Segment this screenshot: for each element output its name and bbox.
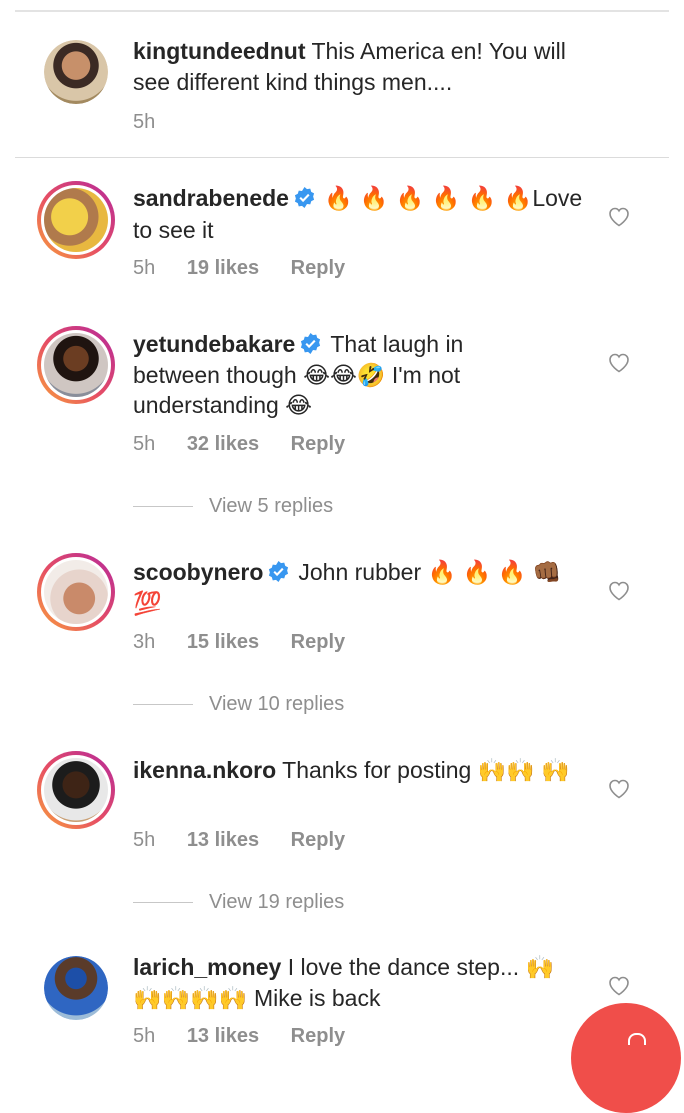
avatar-photo [44,188,108,252]
caption-meta: 5h [133,111,181,134]
like-heart-icon[interactable] [607,351,631,373]
avatar-photo [44,956,108,1020]
comment-time: 5h [133,257,156,279]
comment-text: scoobynero John rubber 🔥 🔥 🔥 👊🏾 💯 [133,557,583,618]
comment-avatar[interactable] [37,751,115,829]
floating-action-button[interactable] [571,1003,681,1113]
comment-text: larich_money I love the dance step... 🙌 … [133,952,583,1013]
avatar-photo [44,758,108,822]
comment-avatar[interactable] [37,181,115,259]
like-heart-icon[interactable] [607,579,631,601]
likes-count[interactable]: 32 likes [187,433,259,455]
reply-button[interactable]: Reply [291,631,345,653]
comment-text: ikenna.nkoro Thanks for posting 🙌🙌 🙌 [133,755,573,786]
likes-count[interactable]: 19 likes [187,257,259,279]
fire-emoji: 🔥 🔥 🔥 🔥 🔥 🔥 [323,186,533,212]
comment-meta: 3h 15 likes Reply [133,631,371,654]
view-replies-label: View 10 replies [209,693,345,715]
view-replies-button[interactable]: View 5 replies [133,495,333,518]
view-replies-button[interactable]: View 10 replies [133,693,344,716]
comment-username[interactable]: yetundebakare [133,331,295,357]
avatar-photo [44,333,108,397]
fab-icon [628,1033,646,1045]
comment-meta: 5h 13 likes Reply [133,1025,371,1048]
verified-badge-icon [301,332,321,355]
view-replies-button[interactable]: View 19 replies [133,891,344,914]
likes-count[interactable]: 13 likes [187,829,259,851]
top-divider [15,10,669,12]
verified-badge-icon [294,186,315,209]
reply-button[interactable]: Reply [291,829,345,851]
verified-badge-icon [269,560,289,583]
caption-text: kingtundeednut This America en! You will… [133,36,593,97]
reply-button[interactable]: Reply [291,257,345,279]
likes-count[interactable]: 15 likes [187,631,259,653]
divider-line [133,506,193,507]
comment-meta: 5h 32 likes Reply [133,433,371,456]
comment-username[interactable]: sandrabenede [133,185,289,211]
like-heart-icon[interactable] [607,974,631,996]
caption-time: 5h [133,111,156,133]
comment-avatar[interactable] [37,553,115,631]
comment-avatar[interactable] [37,326,115,404]
comment-username[interactable]: larich_money [133,954,281,980]
comment-avatar[interactable] [44,956,108,1020]
comment-username[interactable]: scoobynero [133,559,263,585]
caption-username[interactable]: kingtundeednut [133,38,305,64]
reply-button[interactable]: Reply [291,433,345,455]
comment-body: Thanks for posting 🙌🙌 🙌 [282,757,571,783]
comment-text: sandrabenede 🔥 🔥 🔥 🔥 🔥 🔥Love to see it [133,183,593,245]
view-replies-label: View 5 replies [209,495,334,517]
divider-line [133,704,193,705]
comment-time: 5h [133,829,156,851]
comment-time: 5h [133,1025,156,1047]
view-replies-label: View 19 replies [209,891,345,913]
divider-line [133,902,193,903]
like-heart-icon[interactable] [607,205,631,227]
avatar-photo [44,560,108,624]
avatar-photo [44,40,108,104]
like-heart-icon[interactable] [607,777,631,799]
comment-time: 5h [133,433,156,455]
comment-text: yetundebakare That laugh in between thoug… [133,329,553,421]
comment-time: 3h [133,631,156,653]
comment-username[interactable]: ikenna.nkoro [133,757,276,783]
caption-divider [15,157,669,158]
comment-meta: 5h 13 likes Reply [133,829,371,852]
likes-count[interactable]: 13 likes [187,1025,259,1047]
caption-avatar[interactable] [44,40,108,104]
reply-button[interactable]: Reply [291,1025,345,1047]
comment-meta: 5h 19 likes Reply [133,257,371,280]
